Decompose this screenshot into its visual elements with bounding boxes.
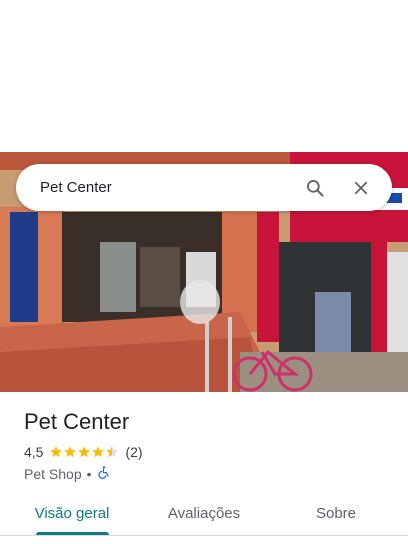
star-rating (49, 445, 119, 459)
close-icon[interactable] (344, 171, 378, 205)
place-info: Pet Center 4,5 (2) Pet Shop • (24, 408, 394, 482)
place-title: Pet Center (24, 409, 130, 434)
search-bar[interactable]: Pet Center (16, 164, 392, 211)
star-icon (64, 446, 77, 458)
tab-overview[interactable]: Visão geral (0, 492, 144, 544)
place-category: Pet Shop (24, 465, 82, 482)
wheelchair-accessible-icon (97, 465, 111, 482)
tab-reviews[interactable]: Avaliações (144, 492, 264, 544)
tab-about[interactable]: Sobre (264, 492, 408, 544)
star-icon (50, 446, 63, 458)
review-count[interactable]: (2) (125, 444, 142, 460)
place-tabs: Visão geral Avaliações Sobre (0, 492, 408, 544)
category-row: Pet Shop • (24, 465, 394, 482)
star-icon (78, 446, 91, 458)
search-input[interactable]: Pet Center (40, 179, 298, 196)
rating-value: 4,5 (24, 444, 44, 460)
star-icon (92, 446, 105, 458)
star-icon (106, 446, 119, 458)
tabs-divider (0, 535, 408, 536)
rating-row[interactable]: 4,5 (2) (24, 444, 394, 460)
separator-dot: • (86, 465, 92, 482)
search-icon[interactable] (298, 171, 332, 205)
